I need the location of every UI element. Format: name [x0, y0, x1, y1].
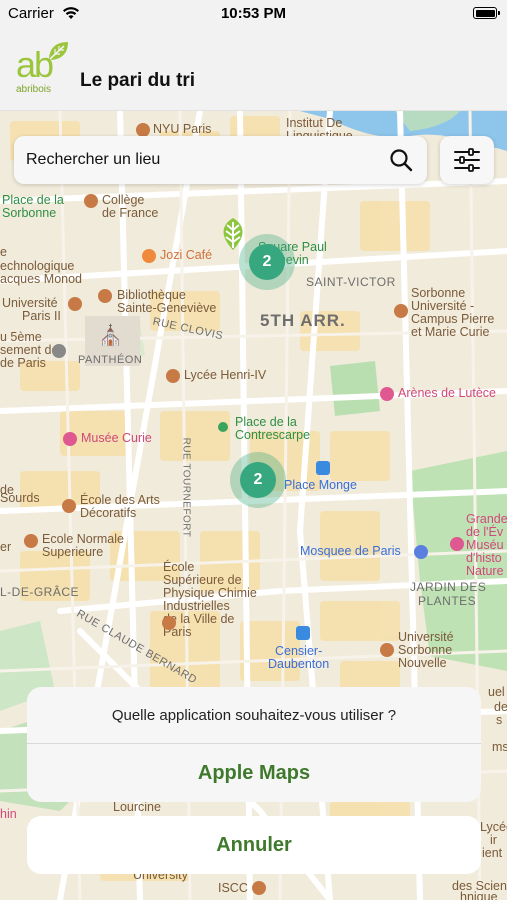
poi-mosquee-icon — [414, 545, 428, 559]
map-label: ient — [482, 846, 503, 860]
poi-sorbonne-nouvelle-icon — [380, 643, 394, 657]
map-label: Paris II — [22, 309, 61, 323]
map-label: Place Monge — [284, 478, 357, 492]
map-label: Musée Curie — [81, 431, 152, 445]
poi-contrescarpe-icon — [218, 422, 228, 432]
map-label: s — [496, 713, 503, 727]
app-logo: ab abribois — [16, 40, 72, 98]
map-label: Décoratifs — [80, 506, 137, 520]
map-label: L-DE-GRÂCE — [0, 585, 80, 599]
clock: 10:53 PM — [220, 5, 287, 22]
map-label: Nouvelle — [398, 656, 447, 670]
poi-ens-icon — [24, 534, 38, 548]
metro-censier-icon — [296, 626, 310, 640]
logo-brand: abribois — [16, 84, 52, 95]
search-bar[interactable]: Rechercher un lieu — [14, 136, 427, 184]
app-header: ab abribois Le pari du tri — [0, 28, 507, 111]
map-label: Sourds — [0, 491, 40, 505]
map-label: hin — [0, 807, 17, 821]
poi-iscc-icon — [252, 881, 266, 895]
map-label: Sainte-Geneviève — [117, 301, 217, 315]
street-label: RUE TOURNEFORT — [180, 437, 192, 538]
search-icon[interactable] — [389, 148, 413, 172]
poi-cafe-icon — [142, 249, 156, 263]
map-label: NYU Paris — [153, 122, 212, 136]
poi-library-icon — [98, 289, 112, 303]
poi-lycee-icon — [166, 369, 180, 383]
map-label: ms — [492, 740, 507, 754]
action-sheet: Quelle application souhaitez-vous utilis… — [27, 687, 481, 802]
map-label: ISCC — [218, 881, 248, 895]
map-label: Lycée Henri-IV — [184, 368, 267, 382]
sliders-icon — [454, 148, 480, 172]
map-label: de Paris — [0, 356, 46, 370]
poi-mairie-icon — [52, 344, 66, 358]
marker-cluster[interactable]: 2 — [239, 234, 295, 290]
poi-museum-nature-icon — [450, 537, 464, 551]
map-label: Daubenton — [268, 657, 330, 671]
poi-nyu-icon — [136, 123, 150, 137]
poi-espci-icon — [162, 616, 176, 630]
map-label: SAINT-VICTOR — [306, 275, 396, 289]
map-label: uel — [488, 685, 505, 699]
map-label: Jozi Café — [160, 248, 213, 262]
poi-arenes-icon — [380, 387, 394, 401]
map-label: er — [0, 540, 12, 554]
poi-university-icon — [68, 297, 82, 311]
map-label: PLANTES — [418, 594, 477, 608]
search-input[interactable]: Rechercher un lieu — [26, 151, 160, 169]
marker-cluster[interactable]: 2 — [230, 452, 286, 508]
map-label: de France — [102, 206, 159, 220]
map-label: et Marie Curie — [411, 325, 490, 339]
poi-campus-icon — [394, 304, 408, 318]
filter-button[interactable] — [440, 136, 494, 184]
map-label: Arènes de Lutèce — [398, 386, 496, 400]
map-label: Sorbonne — [2, 206, 57, 220]
poi-college-icon — [84, 194, 98, 208]
map-label: hnique — [460, 890, 498, 900]
map-label: Contrescarpe — [235, 428, 311, 442]
action-sheet-question: Quelle application souhaitez-vous utilis… — [27, 687, 481, 744]
map-label: Nature — [466, 564, 504, 578]
poi-museum-icon — [63, 432, 77, 446]
cluster-count: 2 — [240, 462, 276, 498]
map-label: JARDIN DES — [410, 580, 487, 594]
map-label: Lourcine — [113, 800, 161, 814]
metro-place-monge-icon — [316, 461, 330, 475]
cancel-button[interactable]: Annuler — [27, 816, 481, 874]
map-label: Mosquee de Paris — [300, 544, 401, 558]
poi-ecole-arts-icon — [62, 499, 76, 513]
leaf-logo-icon — [49, 42, 68, 60]
map-label: PANTHÉON — [78, 354, 143, 366]
district-label: 5TH ARR. — [260, 311, 346, 330]
cluster-count: 2 — [249, 244, 285, 280]
map-label: Superieure — [42, 545, 104, 559]
battery-icon — [473, 7, 500, 19]
map-label: acques Monod — [0, 272, 83, 286]
status-bar: Carrier 10:53 PM — [0, 0, 507, 28]
pantheon-icon: ⛪ — [98, 325, 123, 347]
map-label: e — [0, 245, 7, 259]
page-title: Le pari du tri — [80, 70, 196, 91]
apple-maps-button[interactable]: Apple Maps — [27, 744, 481, 802]
